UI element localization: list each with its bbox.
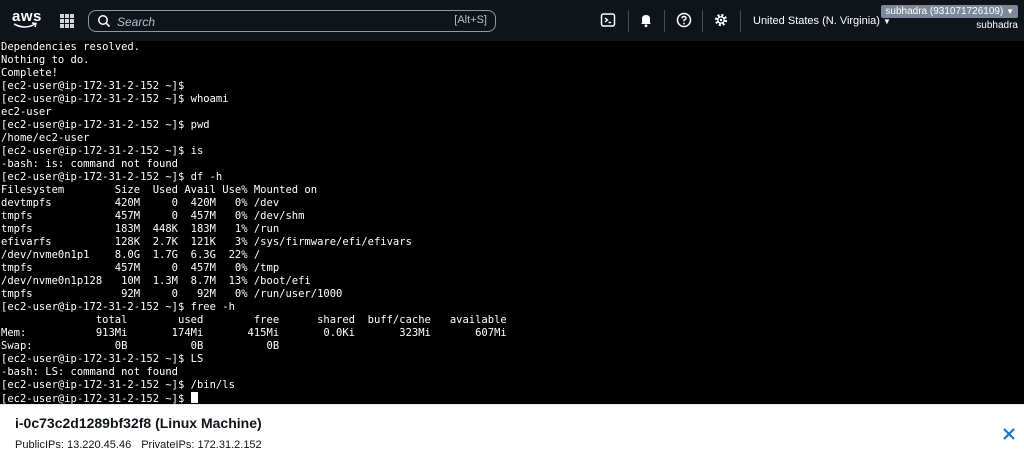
terminal-window[interactable]: Dependencies resolved. Nothing to do. Comp… <box>0 41 1024 404</box>
terminal-line: -bash: is: command not found <box>1 158 1024 171</box>
account-name-badge: subhadra (931071726109) ▼ <box>881 5 1018 18</box>
terminal-line: /home/ec2-user <box>1 132 1024 145</box>
terminal-line-text: Complete! <box>1 67 58 79</box>
terminal-line: tmpfs 183M 448K 183M 1% /run <box>1 223 1024 236</box>
account-menu[interactable]: subhadra (931071726109) ▼ subhadra <box>881 5 1018 31</box>
nav-divider <box>628 10 629 32</box>
region-selector[interactable]: United States (N. Virginia) ▼ <box>753 15 891 27</box>
terminal-line-text: [ec2-user@ip-172-31-2-152 ~]$ pwd <box>1 119 210 131</box>
terminal-line: Complete! <box>1 67 1024 80</box>
terminal-line: devtmpfs 420M 0 420M 0% /dev <box>1 197 1024 210</box>
instance-info-panel: i-0c73c2d1289bf32f8 (Linux Machine) Publ… <box>0 404 1024 461</box>
terminal-line-text: Swap: 0B 0B 0B <box>1 340 280 352</box>
terminal-line: /dev/nvme0n1p1 8.0G 1.7G 6.3G 22% / <box>1 249 1024 262</box>
terminal-line: Swap: 0B 0B 0B <box>1 340 1024 353</box>
terminal-line-text: Dependencies resolved. <box>1 41 141 53</box>
terminal-line-text: total used free shared buff/cache availa… <box>1 314 507 326</box>
terminal-line: ec2-user <box>1 106 1024 119</box>
terminal-line-text: /dev/nvme0n1p1 8.0G 1.7G 6.3G 22% / <box>1 249 261 261</box>
public-ips: PublicIPs: 13.220.45.46 <box>15 439 132 451</box>
terminal-line: tmpfs 92M 0 92M 0% /run/user/1000 <box>1 288 1024 301</box>
terminal-line-text: Filesystem Size Used Avail Use% Mounted … <box>1 184 318 196</box>
terminal-line: [ec2-user@ip-172-31-2-152 ~]$ LS <box>1 353 1024 366</box>
terminal-output: Dependencies resolved. Nothing to do. Comp… <box>0 41 1024 404</box>
account-name: subhadra (931071726109) <box>885 6 1004 17</box>
search-box[interactable]: [Alt+S] <box>88 10 496 32</box>
terminal-line: Nothing to do. <box>1 54 1024 67</box>
terminal-line: [ec2-user@ip-172-31-2-152 ~]$ whoami <box>1 93 1024 106</box>
terminal-line-text: tmpfs 183M 448K 183M 1% /run <box>1 223 280 235</box>
terminal-line: [ec2-user@ip-172-31-2-152 ~]$ is <box>1 145 1024 158</box>
terminal-line-text: Mem: 913Mi 174Mi 415Mi 0.0Ki 323Mi 607Mi <box>1 327 507 339</box>
terminal-line: Mem: 913Mi 174Mi 415Mi 0.0Ki 323Mi 607Mi <box>1 327 1024 340</box>
terminal-line-text: -bash: is: command not found <box>1 158 179 170</box>
search-input[interactable] <box>115 12 419 32</box>
terminal-line-text: /dev/nvme0n1p128 10M 1.3M 8.7M 13% /boot… <box>1 275 311 287</box>
terminal-line: efivarfs 128K 2.7K 121K 3% /sys/firmware… <box>1 236 1024 249</box>
private-ips: PrivateIPs: 172.31.2.152 <box>141 439 262 451</box>
region-label: United States (N. Virginia) <box>753 15 880 27</box>
close-icon[interactable] <box>1002 427 1016 441</box>
services-menu-icon[interactable] <box>60 14 74 28</box>
terminal-line: [ec2-user@ip-172-31-2-152 ~]$ <box>1 392 1024 404</box>
terminal-line: /dev/nvme0n1p128 10M 1.3M 8.7M 13% /boot… <box>1 275 1024 288</box>
terminal-line: [ec2-user@ip-172-31-2-152 ~]$ df -h <box>1 171 1024 184</box>
account-username: subhadra <box>976 20 1018 31</box>
terminal-line-text: -bash: LS: command not found <box>1 366 179 378</box>
help-icon[interactable] <box>676 12 692 28</box>
terminal-line: Filesystem Size Used Avail Use% Mounted … <box>1 184 1024 197</box>
terminal-line-text: [ec2-user@ip-172-31-2-152 ~]$ LS <box>1 353 204 365</box>
nav-divider <box>702 10 703 32</box>
terminal-line: [ec2-user@ip-172-31-2-152 ~]$ free -h <box>1 301 1024 314</box>
terminal-line-text: [ec2-user@ip-172-31-2-152 ~]$ <box>1 393 191 404</box>
terminal-line: tmpfs 457M 0 457M 0% /tmp <box>1 262 1024 275</box>
terminal-line-text: [ec2-user@ip-172-31-2-152 ~]$ <box>1 80 185 92</box>
terminal-line-text: ec2-user <box>1 106 52 118</box>
caret-down-icon: ▼ <box>1006 7 1014 16</box>
settings-gear-icon[interactable] <box>713 12 729 28</box>
top-navigation-bar: aws [Alt+S] <box>0 0 1024 41</box>
aws-smile-icon <box>13 22 37 28</box>
instance-ip-info: PublicIPs: 13.220.45.46 PrivateIPs: 172.3… <box>15 439 272 451</box>
terminal-line-text: [ec2-user@ip-172-31-2-152 ~]$ df -h <box>1 171 223 183</box>
nav-divider <box>740 10 741 32</box>
terminal-line: [ec2-user@ip-172-31-2-152 ~]$ pwd <box>1 119 1024 132</box>
terminal-line: [ec2-user@ip-172-31-2-152 ~]$ /bin/ls <box>1 379 1024 392</box>
terminal-line-text: [ec2-user@ip-172-31-2-152 ~]$ /bin/ls <box>1 379 235 391</box>
terminal-line: tmpfs 457M 0 457M 0% /dev/shm <box>1 210 1024 223</box>
terminal-line: [ec2-user@ip-172-31-2-152 ~]$ <box>1 80 1024 93</box>
cloudshell-icon[interactable] <box>600 12 616 28</box>
instance-title: i-0c73c2d1289bf32f8 (Linux Machine) <box>15 415 262 431</box>
notifications-bell-icon[interactable] <box>638 12 654 28</box>
terminal-line: total used free shared buff/cache availa… <box>1 314 1024 327</box>
terminal-line-text: devtmpfs 420M 0 420M 0% /dev <box>1 197 280 209</box>
terminal-line-text: tmpfs 92M 0 92M 0% /run/user/1000 <box>1 288 343 300</box>
terminal-line-text: [ec2-user@ip-172-31-2-152 ~]$ free -h <box>1 301 235 313</box>
terminal-cursor <box>190 392 198 403</box>
terminal-line-text: efivarfs 128K 2.7K 121K 3% /sys/firmware… <box>1 236 412 248</box>
search-icon <box>98 15 111 28</box>
terminal-line-text: [ec2-user@ip-172-31-2-152 ~]$ whoami <box>1 93 229 105</box>
search-shortcut-hint: [Alt+S] <box>454 14 487 26</box>
terminal-line: -bash: LS: command not found <box>1 366 1024 379</box>
terminal-line-text: [ec2-user@ip-172-31-2-152 ~]$ is <box>1 145 204 157</box>
terminal-line-text: /home/ec2-user <box>1 132 90 144</box>
aws-logo[interactable]: aws <box>12 9 41 32</box>
terminal-line-text: tmpfs 457M 0 457M 0% /tmp <box>1 262 280 274</box>
terminal-line-text: Nothing to do. <box>1 54 90 66</box>
terminal-line: Dependencies resolved. <box>1 41 1024 54</box>
terminal-line-text: tmpfs 457M 0 457M 0% /dev/shm <box>1 210 305 222</box>
nav-divider <box>664 10 665 32</box>
